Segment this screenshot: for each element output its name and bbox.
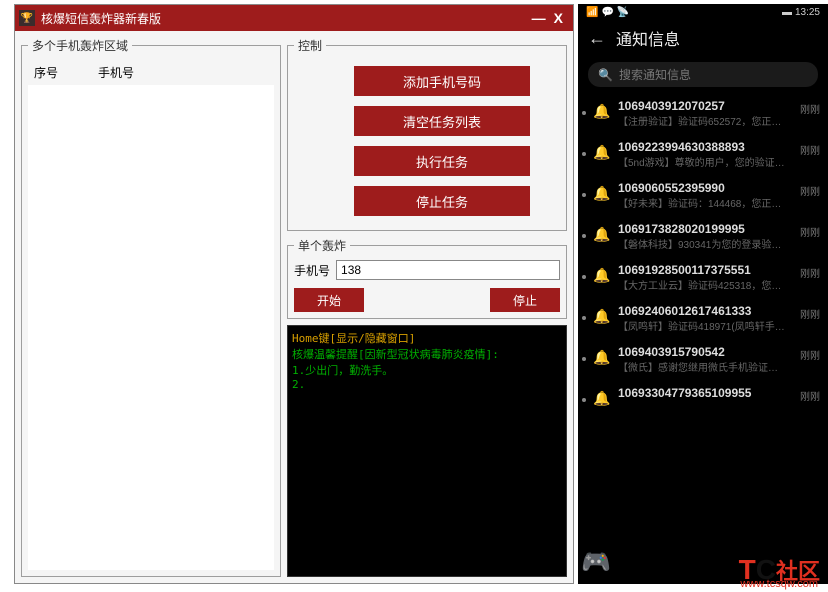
notification-number: 1069173828020199995 [618, 222, 792, 236]
titlebar[interactable]: 🏆 核爆短信轰炸器新春版 — X [15, 5, 573, 31]
notification-number: 1069223994630388893 [618, 140, 792, 154]
unread-dot [582, 234, 586, 238]
unread-dot [582, 152, 586, 156]
single-legend: 单个轰炸 [294, 237, 350, 254]
single-phone-input[interactable] [336, 260, 560, 280]
unread-dot [582, 111, 586, 115]
list-header: 序号 手机号 [28, 60, 274, 85]
notification-number: 10693304779365109955 [618, 386, 792, 400]
page-header: ← 通知信息 [578, 18, 828, 58]
console-line1: Home键[显示/隐藏窗口] [292, 332, 415, 345]
phone-list[interactable] [28, 85, 274, 570]
run-task-button[interactable]: 执行任务 [354, 146, 530, 176]
notification-text: 【5nd游戏】尊敬的用户，您的验证… [618, 154, 792, 169]
single-label: 手机号 [294, 262, 330, 279]
notification-time: 刚刚 [800, 183, 820, 198]
bell-icon: 🔔 [592, 267, 612, 284]
notification-item[interactable]: 🔔 10693304779365109955 刚刚 [578, 380, 828, 413]
speech-icon: 💬 [601, 7, 613, 18]
notification-text: 【磐体科技】930341为您的登录验… [618, 236, 792, 251]
add-phone-button[interactable]: 添加手机号码 [354, 66, 530, 96]
notification-text: 【大方工业云】验证码425318，您… [618, 277, 792, 292]
notification-text: 【凤鸣轩】验证码418971(凤鸣轩手… [618, 318, 792, 333]
notification-text: 【微氏】感谢您继用微氏手机验证… [618, 359, 792, 374]
wifi-icon: 📡 [617, 7, 629, 18]
search-input[interactable]: 🔍 搜索通知信息 [588, 62, 818, 87]
back-icon[interactable]: ← [588, 28, 606, 49]
single-bomb-group: 单个轰炸 手机号 开始 停止 [287, 237, 567, 319]
unread-dot [582, 398, 586, 402]
notification-number: 1069403912070257 [618, 99, 792, 113]
app-window: 🏆 核爆短信轰炸器新春版 — X 多个手机轰炸区域 序号 手机号 控制 添加手机… [14, 4, 574, 584]
close-button[interactable]: X [554, 10, 563, 26]
unread-dot [582, 316, 586, 320]
console: Home键[显示/隐藏窗口] 核爆温馨提醒[因新型冠状病毒肺炎疫情]: 1.少出… [287, 325, 567, 577]
notification-item[interactable]: 🔔 10692406012617461333【凤鸣轩】验证码418971(凤鸣轩手… [578, 298, 828, 339]
stop-task-button[interactable]: 停止任务 [354, 186, 530, 216]
notification-time: 刚刚 [800, 265, 820, 280]
multi-bomb-group: 多个手机轰炸区域 序号 手机号 [21, 37, 281, 577]
col-phone: 手机号 [98, 64, 134, 81]
bell-icon: 🔔 [592, 144, 612, 161]
unread-dot [582, 193, 586, 197]
bell-icon: 🔔 [592, 390, 612, 407]
notification-time: 刚刚 [800, 347, 820, 362]
console-line2: 核爆温馨提醒[因新型冠状病毒肺炎疫情]: 1.少出门，勤洗手。 2. [292, 348, 499, 391]
app-title: 核爆短信轰炸器新春版 [41, 10, 532, 27]
notification-item[interactable]: 🔔 1069403912070257【注册验证】验证码652572，您正… 刚刚 [578, 93, 828, 134]
notification-number: 10691928500117375551 [618, 263, 792, 277]
notification-item[interactable]: 🔔 1069173828020199995【磐体科技】930341为您的登录验… 刚… [578, 216, 828, 257]
single-stop-button[interactable]: 停止 [490, 288, 560, 312]
bell-icon: 🔔 [592, 349, 612, 366]
notification-item[interactable]: 🔔 1069223994630388893【5nd游戏】尊敬的用户，您的验证… 刚刚 [578, 134, 828, 175]
notification-text: 【好未来】验证码：144468，您正… [618, 195, 792, 210]
bell-icon: 🔔 [592, 226, 612, 243]
app-body: 多个手机轰炸区域 序号 手机号 控制 添加手机号码 清空任务列表 执行任务 停止… [15, 31, 573, 583]
unread-dot [582, 275, 586, 279]
bell-icon: 🔔 [592, 103, 612, 120]
control-group: 控制 添加手机号码 清空任务列表 执行任务 停止任务 [287, 37, 567, 231]
notification-time: 刚刚 [800, 101, 820, 116]
statusbar: 📶 💬 📡 ▬ 13:25 [578, 4, 828, 18]
search-placeholder: 搜索通知信息 [619, 66, 691, 83]
notification-list: 🔔 1069403912070257【注册验证】验证码652572，您正… 刚刚 🔔 1… [578, 93, 828, 413]
watermark-url: www.tcsqw.com [740, 578, 818, 590]
notification-time: 刚刚 [800, 306, 820, 321]
phone-screen: 📶 💬 📡 ▬ 13:25 ← 通知信息 🔍 搜索通知信息 🔔 106940391… [578, 4, 828, 584]
bell-icon: 🔔 [592, 308, 612, 325]
notification-time: 刚刚 [800, 142, 820, 157]
signal-icon: 📶 [586, 7, 598, 18]
notification-number: 1069060552395990 [618, 181, 792, 195]
battery-icon: ▬ [782, 7, 792, 18]
notification-number: 1069403915790542 [618, 345, 792, 359]
notification-number: 10692406012617461333 [618, 304, 792, 318]
watermark-logo: 🎮 [576, 542, 616, 582]
notification-time: 刚刚 [800, 224, 820, 239]
minimize-button[interactable]: — [532, 10, 546, 26]
notification-item[interactable]: 🔔 1069403915790542【微氏】感谢您继用微氏手机验证… 刚刚 [578, 339, 828, 380]
notification-item[interactable]: 🔔 1069060552395990【好未来】验证码：144468，您正… 刚刚 [578, 175, 828, 216]
multi-legend: 多个手机轰炸区域 [28, 37, 132, 54]
app-icon: 🏆 [19, 10, 35, 26]
control-legend: 控制 [294, 37, 326, 54]
notification-text: 【注册验证】验证码652572，您正… [618, 113, 792, 128]
clear-tasks-button[interactable]: 清空任务列表 [354, 106, 530, 136]
bell-icon: 🔔 [592, 185, 612, 202]
page-title: 通知信息 [616, 26, 680, 50]
col-index: 序号 [34, 64, 58, 81]
notification-time: 刚刚 [800, 388, 820, 403]
single-start-button[interactable]: 开始 [294, 288, 364, 312]
unread-dot [582, 357, 586, 361]
notification-item[interactable]: 🔔 10691928500117375551【大方工业云】验证码425318，您…… [578, 257, 828, 298]
search-icon: 🔍 [598, 68, 613, 82]
clock: 13:25 [795, 7, 820, 18]
